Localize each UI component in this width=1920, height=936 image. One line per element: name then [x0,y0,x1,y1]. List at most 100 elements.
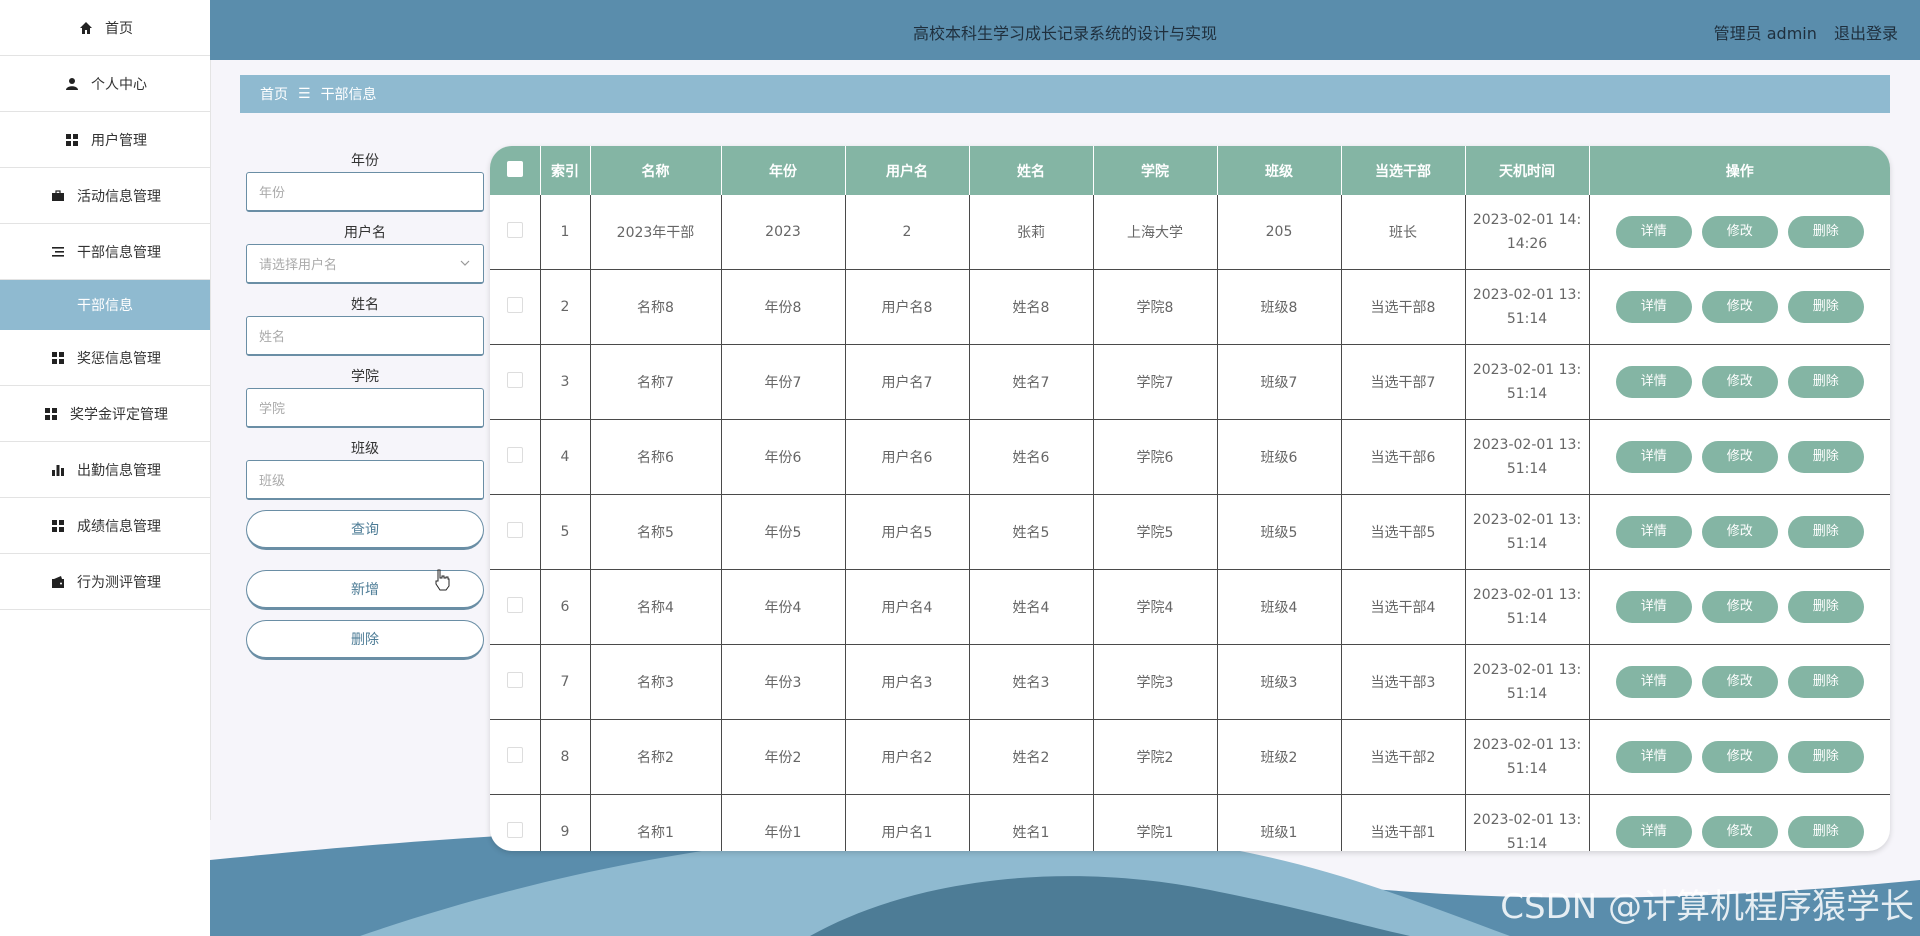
cell-username: 用户名8 [845,269,970,345]
row-delete-button[interactable]: 删除 [1787,441,1864,473]
edit-button[interactable]: 修改 [1701,741,1778,773]
row-checkbox[interactable] [490,719,541,795]
cell-cadre: 当选干部5 [1341,494,1466,570]
cell-name: 2023年干部 [590,195,722,270]
cell-time: 2023-02-01 13: 51:14 [1465,719,1590,795]
column-header: 用户名 [845,146,970,195]
logout-link[interactable]: 退出登录 [1834,24,1898,43]
sidebar-item[interactable]: 成绩信息管理 [0,498,210,554]
sidebar-item[interactable]: 个人中心 [0,56,210,112]
table-row: 2 名称8 年份8 用户名8 姓名8 学院8 班级8 当选干部8 2023-02-01 13: 5… [490,269,1890,345]
row-delete-button[interactable]: 删除 [1787,216,1864,248]
cell-person: 姓名5 [969,494,1094,570]
sidebar-item[interactable]: 行为测评管理 [0,554,210,610]
class-input[interactable]: 班级 [246,460,484,500]
row-delete-button[interactable]: 删除 [1787,366,1864,398]
row-checkbox[interactable] [490,344,541,420]
cell-index: 7 [540,644,591,720]
column-header: 班级 [1217,146,1342,195]
row-checkbox[interactable] [490,269,541,345]
cell-time: 2023-02-01 13: 51:14 [1465,569,1590,645]
cell-actions: 详情 修改 删除 [1589,794,1890,851]
name-input[interactable]: 姓名 [246,316,484,356]
row-delete-button[interactable]: 删除 [1787,741,1864,773]
detail-button[interactable]: 详情 [1615,516,1692,548]
edit-button[interactable]: 修改 [1701,441,1778,473]
cell-year: 年份3 [721,644,846,720]
table-row: 1 2023年干部 2023 2 张莉 上海大学 205 班长 2023-02-01 14: 14… [490,195,1890,270]
detail-button[interactable]: 详情 [1615,216,1692,248]
row-checkbox[interactable] [490,794,541,851]
top-bar: 高校本科生学习成长记录系统的设计与实现 管理员 admin 退出登录 [210,0,1920,60]
sidebar-item[interactable]: 干部信息管理 [0,224,210,280]
cell-year: 年份5 [721,494,846,570]
row-delete-button[interactable]: 删除 [1787,291,1864,323]
row-delete-button[interactable]: 删除 [1787,816,1864,848]
delete-button[interactable]: 删除 [246,620,484,660]
sidebar-item-label: 奖学金评定管理 [70,406,168,423]
row-delete-button[interactable]: 删除 [1787,591,1864,623]
edit-button[interactable]: 修改 [1701,366,1778,398]
row-checkbox[interactable] [490,569,541,645]
sidebar-item[interactable]: 用户管理 [0,112,210,168]
cell-class: 班级1 [1217,794,1342,851]
query-button[interactable]: 查询 [246,510,484,550]
sidebar-item[interactable]: 奖惩信息管理 [0,330,210,386]
detail-button[interactable]: 详情 [1615,441,1692,473]
cell-college: 学院8 [1093,269,1218,345]
row-checkbox[interactable] [490,644,541,720]
cell-username: 用户名5 [845,494,970,570]
detail-button[interactable]: 详情 [1615,591,1692,623]
cell-actions: 详情 修改 删除 [1589,344,1890,420]
detail-button[interactable]: 详情 [1615,366,1692,398]
row-delete-button[interactable]: 删除 [1787,516,1864,548]
username-select[interactable]: 请选择用户名 [246,244,484,284]
grid-icon [49,349,67,367]
sidebar-item[interactable]: 首页 [0,0,210,56]
cell-username: 2 [845,195,970,270]
cell-cadre: 当选干部6 [1341,419,1466,495]
cell-actions: 详情 修改 删除 [1589,569,1890,645]
row-checkbox[interactable] [490,494,541,570]
sidebar-item[interactable]: 出勤信息管理 [0,442,210,498]
cell-name: 名称4 [590,569,722,645]
sidebar-item[interactable]: 干部信息 [0,280,210,330]
cell-college: 学院6 [1093,419,1218,495]
column-header: 当选干部 [1341,146,1466,195]
college-label: 学院 [351,369,379,385]
edit-button[interactable]: 修改 [1701,291,1778,323]
year-input[interactable]: 年份 [246,172,484,212]
row-delete-button[interactable]: 删除 [1787,666,1864,698]
edit-button[interactable]: 修改 [1701,591,1778,623]
cell-username: 用户名3 [845,644,970,720]
select-all-checkbox[interactable] [490,146,541,195]
sidebar-item[interactable]: 奖学金评定管理 [0,386,210,442]
cell-college: 学院2 [1093,719,1218,795]
cell-time: 2023-02-01 13: 51:14 [1465,494,1590,570]
college-input[interactable]: 学院 [246,388,484,428]
class-label: 班级 [351,441,379,457]
column-header: 名称 [590,146,722,195]
edit-button[interactable]: 修改 [1701,816,1778,848]
cell-person: 张莉 [969,195,1094,270]
cell-year: 年份1 [721,794,846,851]
detail-button[interactable]: 详情 [1615,816,1692,848]
row-checkbox[interactable] [490,419,541,495]
edit-button[interactable]: 修改 [1701,666,1778,698]
cell-index: 9 [540,794,591,851]
sidebar-item-label: 奖惩信息管理 [77,350,161,367]
cell-class: 班级2 [1217,719,1342,795]
cell-cadre: 当选干部2 [1341,719,1466,795]
cell-class: 205 [1217,195,1342,270]
detail-button[interactable]: 详情 [1615,741,1692,773]
cell-time: 2023-02-01 13: 51:14 [1465,794,1590,851]
row-checkbox[interactable] [490,195,541,270]
grid-icon [42,405,60,423]
edit-button[interactable]: 修改 [1701,216,1778,248]
detail-button[interactable]: 详情 [1615,666,1692,698]
cell-actions: 详情 修改 删除 [1589,494,1890,570]
edit-button[interactable]: 修改 [1701,516,1778,548]
sidebar-item[interactable]: 活动信息管理 [0,168,210,224]
breadcrumb-home[interactable]: 首页 [260,84,288,104]
detail-button[interactable]: 详情 [1615,291,1692,323]
